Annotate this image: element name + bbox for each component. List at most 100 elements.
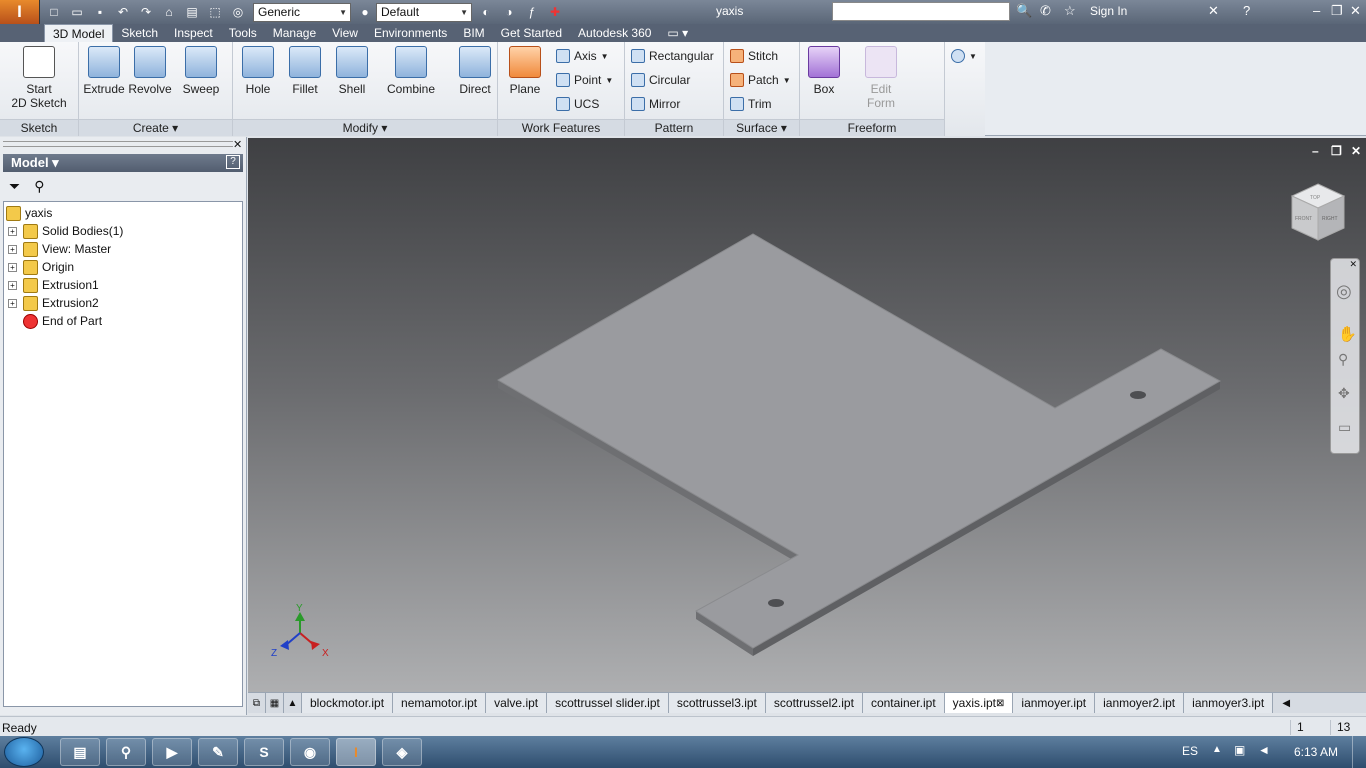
tree-node[interactable]: + Solid Bodies(1) [4,222,242,240]
sweep-button[interactable]: Sweep [179,46,223,96]
tab-bim[interactable]: BIM [455,24,492,42]
favorites-icon[interactable]: ☆ [1064,3,1076,19]
adjust-icon[interactable]: ◐ [477,3,495,21]
volume-icon[interactable]: ◄ [1258,743,1270,757]
exchange-icon[interactable]: ✕ [1208,3,1219,19]
shell-button[interactable]: Shell [333,46,371,96]
circular-pattern-button[interactable]: Circular [631,73,690,87]
surface-group-title[interactable]: Surface ▾ [724,119,799,136]
axis-button[interactable]: Axis ▼ [556,49,609,63]
parameters-icon[interactable]: ƒ [523,3,541,21]
model-canvas[interactable]: Y X Z [248,138,1366,692]
ucs-button[interactable]: UCS [556,97,599,111]
skype-icon[interactable]: S [244,738,284,766]
document-tab[interactable]: yaxis.ipt ⊠ [944,693,1014,713]
sign-in-link[interactable]: Sign In [1090,4,1127,18]
help-search-input[interactable] [832,2,1010,21]
mirror-button[interactable]: Mirror [631,97,680,111]
tray-expand-icon[interactable]: ▲ [1212,744,1222,755]
appearance-icon[interactable]: ● [356,3,374,21]
select-icon[interactable]: ⬚ [206,3,224,21]
tab-view[interactable]: View [324,24,366,42]
tree-node[interactable]: End of Part [4,312,242,330]
explorer-icon[interactable]: ▤ [60,738,100,766]
open-icon[interactable]: ▭ [68,3,86,21]
document-tab[interactable]: ianmoyer.ipt [1013,693,1096,713]
hole-button[interactable]: Hole [239,46,277,96]
start-button[interactable] [4,737,44,767]
document-tab[interactable]: container.ipt [862,693,945,713]
restore-icon[interactable]: ❐ [1331,3,1343,19]
tree-node[interactable]: + Extrusion2 [4,294,242,312]
tab-manage[interactable]: Manage [265,24,324,42]
open-documents-icon[interactable]: ▲ [284,693,302,713]
tab-tools[interactable]: Tools [221,24,265,42]
tools-app-icon[interactable]: ✎ [198,738,238,766]
clear-icon[interactable]: ◑ [500,3,518,21]
direct-button[interactable]: Direct [455,46,495,96]
yaxis-part[interactable] [497,233,1222,656]
arrange-icon[interactable]: ▦ [266,693,284,713]
close-tab-icon[interactable]: ⊠ [996,698,1004,709]
browser-close-icon[interactable]: ✕ [233,138,242,151]
projects-icon[interactable]: ▤ [183,3,201,21]
appearance-select[interactable]: Default ▼ [376,2,472,22]
ribbon-display-toggle[interactable]: ▭ ▾ [659,24,696,42]
new-icon[interactable]: □ [45,3,63,21]
rectangular-pattern-button[interactable]: Rectangular [631,49,714,63]
tab-environments[interactable]: Environments [366,24,455,42]
update-icon[interactable]: ◎ [229,3,247,21]
document-tab[interactable]: blockmotor.ipt [302,693,394,713]
expand-icon[interactable]: + [8,280,17,290]
search-app-icon[interactable]: ⚲ [106,738,146,766]
trim-button[interactable]: Trim [730,97,772,111]
media-player-icon[interactable]: ▶ [152,738,192,766]
inventor-taskbar-icon[interactable]: I [336,738,376,766]
plane-button[interactable]: Plane [506,46,544,96]
graphics-viewport[interactable]: – ❐ ✕ Y X Z TOP FRONT RIGHT ✕ ◎ ✋ ⚲ ✥ ▭ [248,138,1366,692]
expand-icon[interactable]: + [8,262,17,272]
network-icon[interactable]: ▣ [1234,743,1245,757]
browser-header[interactable]: Model ▾ [3,154,243,172]
save-icon[interactable]: ▪ [91,3,109,21]
zoom-icon[interactable]: ⚲ [1338,351,1348,368]
minimize-icon[interactable]: – [1313,3,1320,18]
close-icon[interactable]: ✕ [1350,3,1361,19]
application-menu-button[interactable]: I [0,0,40,24]
combine-button[interactable]: Combine [383,46,439,96]
document-tab[interactable]: ianmoyer3.ipt [1184,693,1274,713]
panel-options-button[interactable]: ▼ [951,49,977,63]
browser-grip[interactable] [3,141,233,147]
language-indicator[interactable]: ES [1182,744,1198,758]
fillet-button[interactable]: Fillet [285,46,325,96]
show-desktop-button[interactable] [1352,736,1366,768]
document-tab[interactable]: ianmoyer2.ipt [1095,693,1185,713]
tab-sketch[interactable]: Sketch [113,24,166,42]
edit-form-button[interactable]: Edit Form [860,46,902,110]
revolve-button[interactable]: Revolve [127,46,173,96]
redo-icon[interactable]: ↷ [137,3,155,21]
tree-node[interactable]: + Extrusion1 [4,276,242,294]
steering-wheel-icon[interactable]: ◎ [1336,281,1352,302]
tile-windows-icon[interactable]: ⧉ [248,693,266,713]
clock[interactable]: 6:13 AM [1294,745,1338,759]
undo-icon[interactable]: ↶ [114,3,132,21]
view-cube[interactable]: TOP FRONT RIGHT [1288,180,1348,246]
misc-app-icon[interactable]: ◈ [382,738,422,766]
document-tab[interactable]: scottrussel slider.ipt [547,693,669,713]
start-2d-sketch-button[interactable]: Start 2D Sketch [6,46,72,110]
document-tab[interactable]: nemamotor.ipt [393,693,487,713]
expand-icon[interactable]: + [8,298,17,308]
find-icon[interactable]: ⚲ [34,178,44,195]
document-tab[interactable]: valve.ipt [486,693,548,713]
extrude-button[interactable]: Extrude [83,46,125,96]
expand-icon[interactable]: + [8,226,17,236]
box-button[interactable]: Box [806,46,842,96]
tab-scroll-left-icon[interactable]: ◀ [1277,693,1295,713]
document-tab[interactable]: scottrussel2.ipt [765,693,863,713]
tree-node[interactable]: + Origin [4,258,242,276]
look-at-icon[interactable]: ▭ [1338,419,1351,436]
create-group-title[interactable]: Create ▾ [79,119,232,136]
browser-help-icon[interactable]: ? [226,155,240,169]
modify-group-title[interactable]: Modify ▾ [233,119,497,136]
